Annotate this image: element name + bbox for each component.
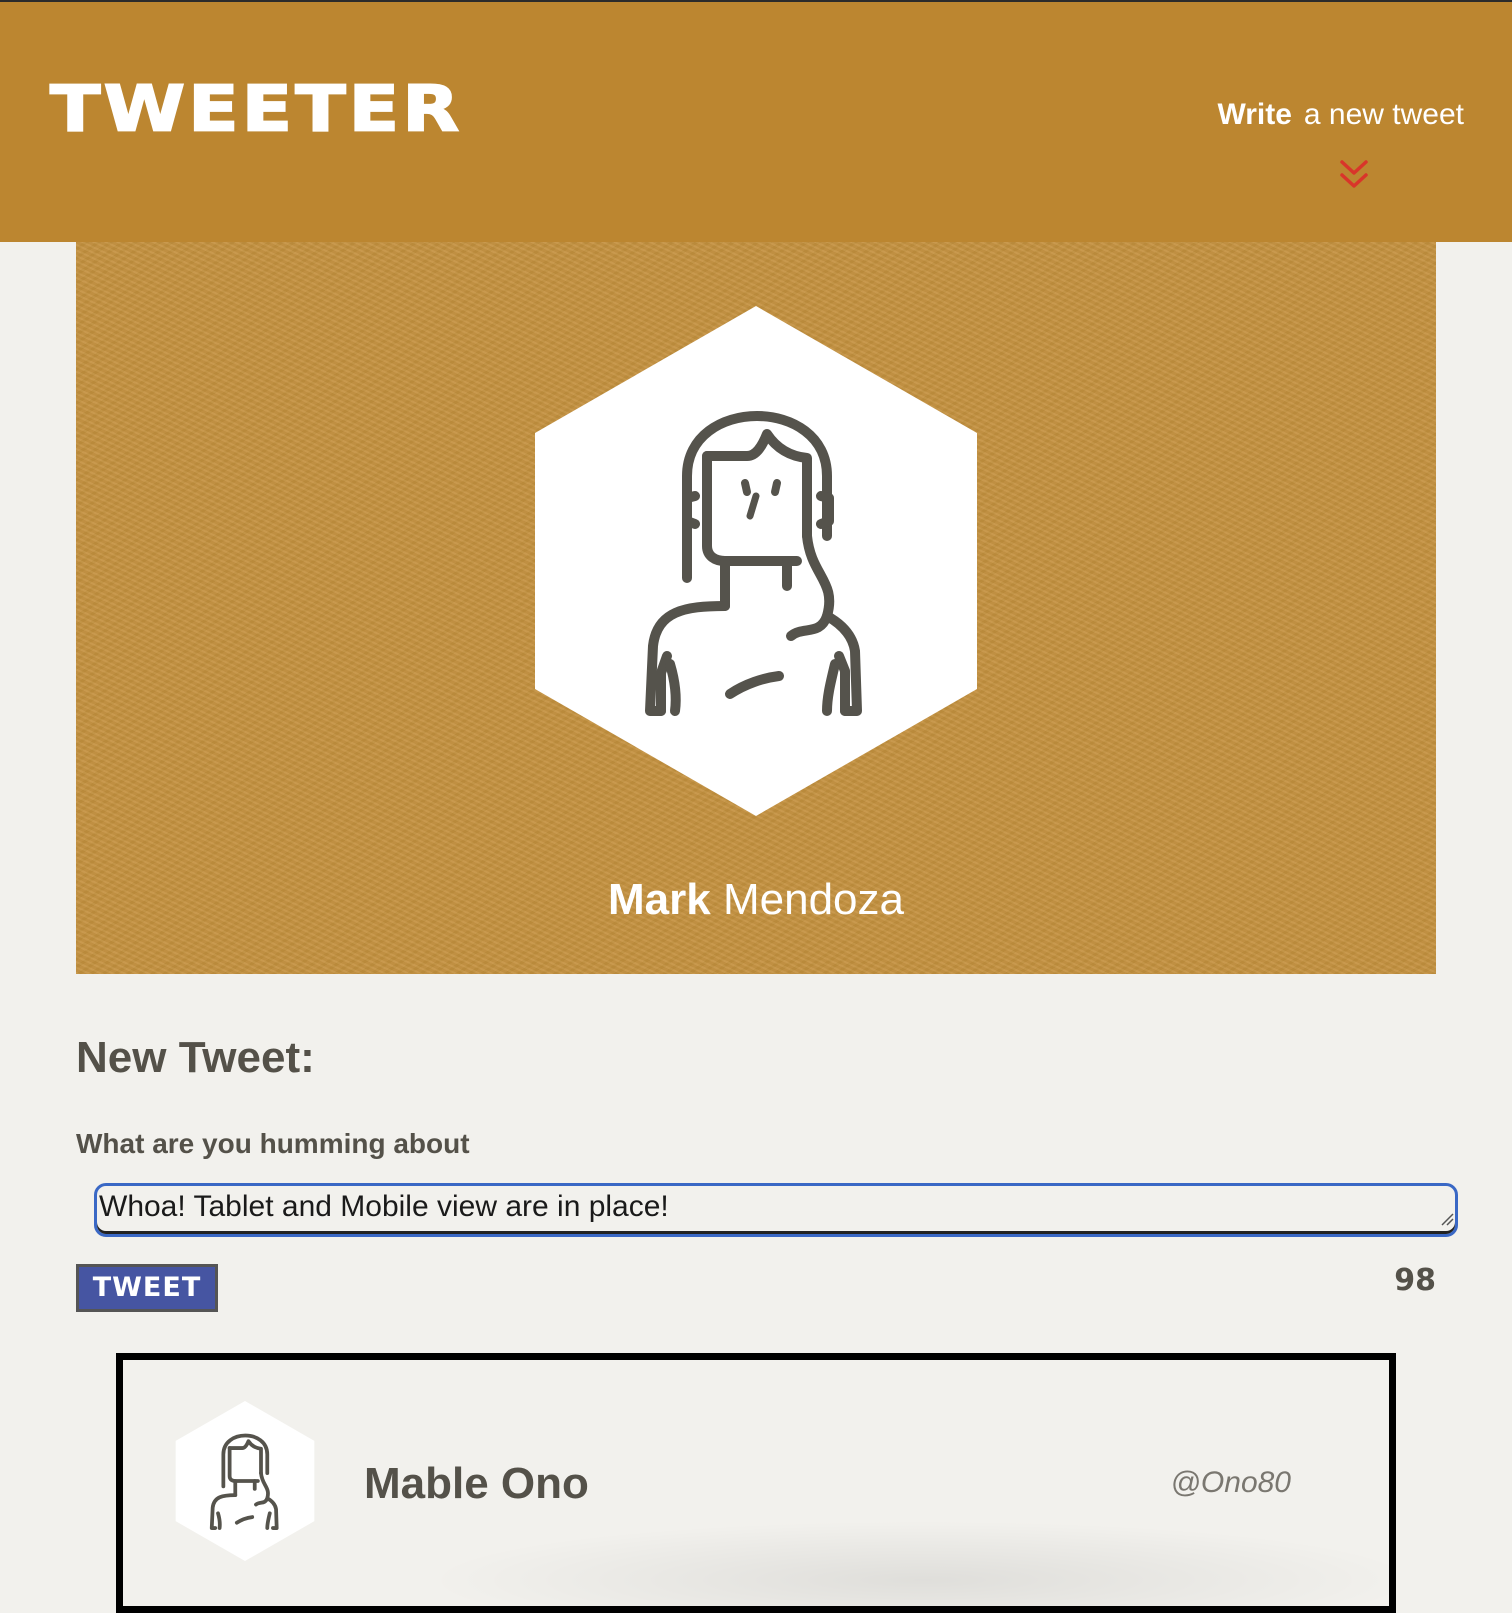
resize-handle-icon[interactable]: [1440, 1212, 1454, 1226]
profile-banner: Mark Mendoza: [76, 242, 1436, 974]
tweet-input-label: What are you humming about: [76, 1128, 470, 1159]
person-avatar-icon: [535, 306, 977, 816]
new-tweet-heading: New Tweet:: [76, 1033, 315, 1082]
card-shadow: [423, 1520, 1389, 1606]
person-avatar-icon: [175, 1401, 315, 1561]
profile-last-name: Mendoza: [722, 875, 904, 924]
write-link-text: a new tweet: [1303, 98, 1464, 131]
double-chevron-down-icon[interactable]: [1338, 158, 1370, 194]
tweet-submit-button[interactable]: TWEET: [76, 1264, 218, 1312]
navbar: TWEETER Write a new tweet: [0, 0, 1512, 242]
tweet-card: Mable Ono @Ono80: [116, 1353, 1396, 1613]
character-counter: 98: [1394, 1263, 1436, 1298]
write-new-tweet-link[interactable]: Write a new tweet: [1217, 98, 1464, 132]
tweet-textarea[interactable]: Whoa! Tablet and Mobile view are in plac…: [94, 1183, 1458, 1237]
tweet-author-handle: @Ono80: [1170, 1466, 1291, 1499]
brand-logo[interactable]: TWEETER: [49, 77, 462, 142]
profile-first-name: Mark: [608, 875, 711, 924]
tweet-author-name: Mable Ono: [364, 1459, 589, 1508]
profile-name: Mark Mendoza: [76, 878, 1436, 922]
write-link-strong: Write: [1217, 98, 1292, 131]
